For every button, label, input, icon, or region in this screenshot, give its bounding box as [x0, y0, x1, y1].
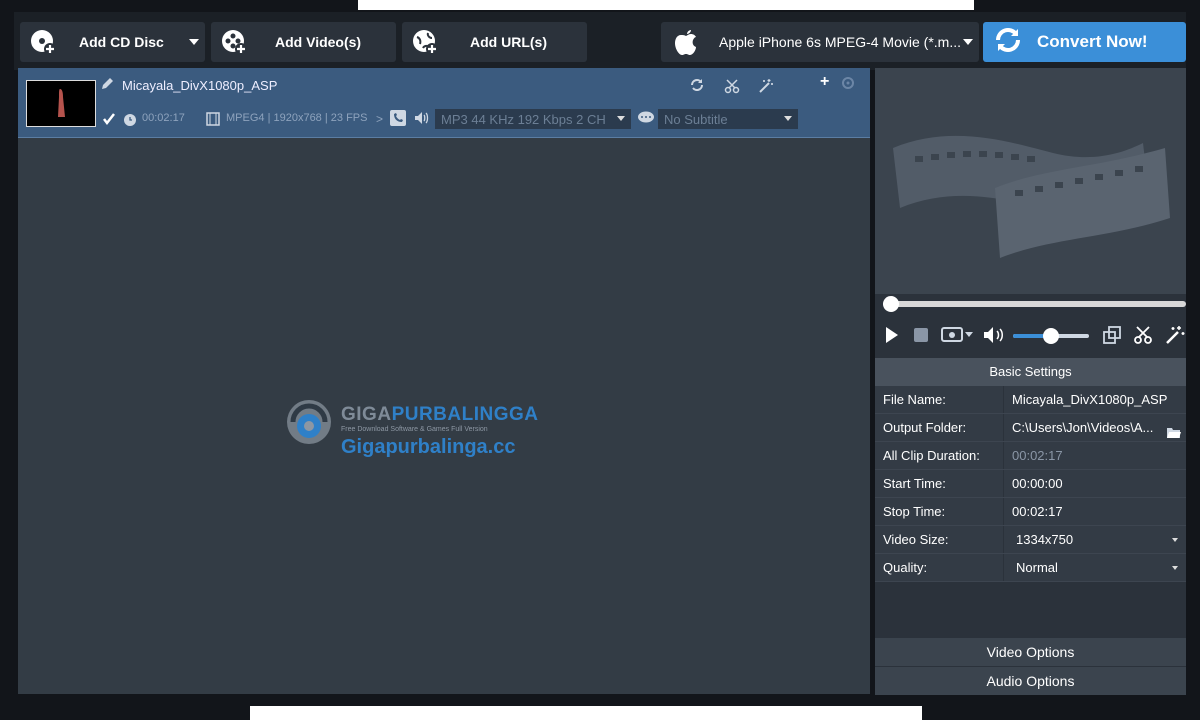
add-url-label: Add URL(s)	[470, 34, 547, 50]
chevron-down-icon	[784, 116, 792, 121]
audio-options-button[interactable]: Audio Options	[875, 667, 1186, 695]
duration: 00:02:17	[142, 112, 185, 124]
setting-label: Output Folder:	[875, 414, 1003, 441]
video-options-button[interactable]: Video Options	[875, 638, 1186, 666]
file-list: Micayala_DivX1080p_ASP + 00:02:17 MPEG4 …	[18, 68, 870, 694]
subtitle-icon	[637, 111, 655, 130]
magic-wand-icon[interactable]	[1165, 325, 1185, 350]
setting-label: Video Size:	[875, 526, 1003, 553]
refresh-icon	[993, 25, 1023, 60]
volume-slider[interactable]	[1013, 328, 1089, 344]
watermark-brand-purbalingga: PURBALINGGA	[391, 404, 539, 425]
setting-value[interactable]: 1334x750	[1003, 526, 1186, 553]
clock-icon	[124, 113, 136, 131]
crop-icon[interactable]	[1103, 326, 1121, 349]
playback-controls	[875, 320, 1186, 350]
settings-row-video-size: Video Size: 1334x750	[875, 526, 1186, 554]
seek-handle[interactable]	[883, 296, 899, 312]
chevron-down-icon	[1172, 538, 1178, 542]
add-cd-disc-button[interactable]: Add CD Disc	[20, 22, 205, 62]
settings-row-output-folder: Output Folder: C:\Users\Jon\Videos\A...	[875, 414, 1186, 442]
play-icon[interactable]	[885, 326, 899, 349]
watermark-brand-giga: GIGA	[341, 404, 392, 425]
watermark: GIGAPURBALINGGA Free Download Software &…	[285, 396, 538, 458]
scissors-icon[interactable]	[724, 78, 740, 99]
audio-track-select[interactable]: MP3 44 KHz 192 Kbps 2 CH	[435, 109, 631, 129]
setting-value[interactable]: 00:02:17	[1003, 498, 1186, 525]
output-profile-select[interactable]: Apple iPhone 6s MPEG-4 Movie (*.m...	[661, 22, 979, 62]
basic-settings: Basic Settings File Name: Micayala_DivX1…	[875, 358, 1186, 582]
convert-now-label: Convert Now!	[1037, 32, 1148, 51]
settings-row-file-name: File Name: Micayala_DivX1080p_ASP	[875, 386, 1186, 414]
setting-value[interactable]: C:\Users\Jon\Videos\A...	[1003, 414, 1186, 441]
setting-label: Quality:	[875, 554, 1003, 581]
top-strip	[358, 0, 974, 10]
subtitle-select[interactable]: No Subtitle	[658, 109, 798, 129]
quality-value: Normal	[1016, 560, 1058, 575]
setting-label: Start Time:	[875, 470, 1003, 497]
settings-row-stop-time: Stop Time: 00:02:17	[875, 498, 1186, 526]
pencil-icon[interactable]	[100, 77, 114, 96]
settings-gear-icon[interactable]	[841, 76, 855, 95]
video-info: MPEG4 | 1920x768 | 23 FPS	[226, 112, 368, 124]
apple-icon	[673, 27, 699, 62]
preview-panel: Basic Settings File Name: Micayala_DivX1…	[875, 68, 1186, 695]
convert-now-button[interactable]: Convert Now!	[983, 22, 1186, 62]
bottom-strip	[250, 706, 922, 720]
preview-area	[875, 68, 1186, 294]
video-size-value: 1334x750	[1016, 532, 1074, 547]
chevron-down-icon	[1172, 566, 1178, 570]
checkbox[interactable]	[102, 112, 116, 131]
film-strip-icon	[893, 135, 1170, 258]
audio-track-value: MP3 44 KHz 192 Kbps 2 CH	[441, 111, 606, 127]
chevron-down-icon	[963, 39, 973, 45]
disc-add-icon	[28, 27, 58, 57]
volume-icon[interactable]	[983, 326, 1011, 349]
profile-label: Apple iPhone 6s MPEG-4 Movie (*.m...	[719, 34, 961, 50]
file-name: Micayala_DivX1080p_ASP	[122, 78, 278, 93]
seek-bar[interactable]	[883, 296, 1186, 312]
subtitle-value: No Subtitle	[664, 111, 728, 127]
add-icon[interactable]: +	[820, 73, 829, 91]
list-item[interactable]: Micayala_DivX1080p_ASP + 00:02:17 MPEG4 …	[18, 68, 870, 138]
audio-track-icon[interactable]	[390, 110, 406, 131]
watermark-brand: GIGAPURBALINGGA	[341, 404, 539, 426]
watermark-tagline: Free Download Software & Games Full Vers…	[341, 426, 488, 433]
chevron-down-icon	[617, 116, 625, 121]
scissors-icon[interactable]	[1134, 326, 1152, 349]
chevron-down-icon[interactable]	[189, 39, 199, 45]
watermark-site: Gigapurbalinga.cc	[341, 436, 516, 458]
sync-icon[interactable]	[690, 78, 704, 97]
setting-value[interactable]: Micayala_DivX1080p_ASP	[1003, 386, 1186, 413]
add-url-button[interactable]: Add URL(s)	[402, 22, 587, 62]
volume-handle[interactable]	[1043, 328, 1059, 344]
chevron-right-icon: >	[376, 112, 384, 126]
settings-row-all-clip-duration: All Clip Duration: 00:02:17	[875, 442, 1186, 470]
speaker-icon	[414, 111, 430, 130]
setting-value: 00:02:17	[1003, 442, 1186, 469]
setting-label: Stop Time:	[875, 498, 1003, 525]
add-videos-button[interactable]: Add Video(s)	[211, 22, 396, 62]
video-thumbnail	[26, 80, 96, 127]
settings-row-start-time: Start Time: 00:00:00	[875, 470, 1186, 498]
setting-label: All Clip Duration:	[875, 442, 1003, 469]
setting-label: File Name:	[875, 386, 1003, 413]
output-folder-value: C:\Users\Jon\Videos\A...	[1012, 420, 1154, 435]
film-strip-icon	[206, 112, 220, 131]
add-cd-disc-label: Add CD Disc	[79, 34, 164, 50]
stop-icon[interactable]	[914, 328, 928, 347]
add-videos-label: Add Video(s)	[275, 34, 362, 50]
setting-value[interactable]: Normal	[1003, 554, 1186, 581]
film-reel-add-icon	[219, 27, 249, 57]
setting-value[interactable]: 00:00:00	[1003, 470, 1186, 497]
watermark-logo	[287, 400, 331, 444]
settings-header: Basic Settings	[875, 358, 1186, 386]
settings-row-quality: Quality: Normal	[875, 554, 1186, 582]
globe-add-icon	[410, 27, 440, 57]
magic-wand-icon[interactable]	[758, 78, 774, 99]
snapshot-icon[interactable]	[941, 325, 973, 348]
